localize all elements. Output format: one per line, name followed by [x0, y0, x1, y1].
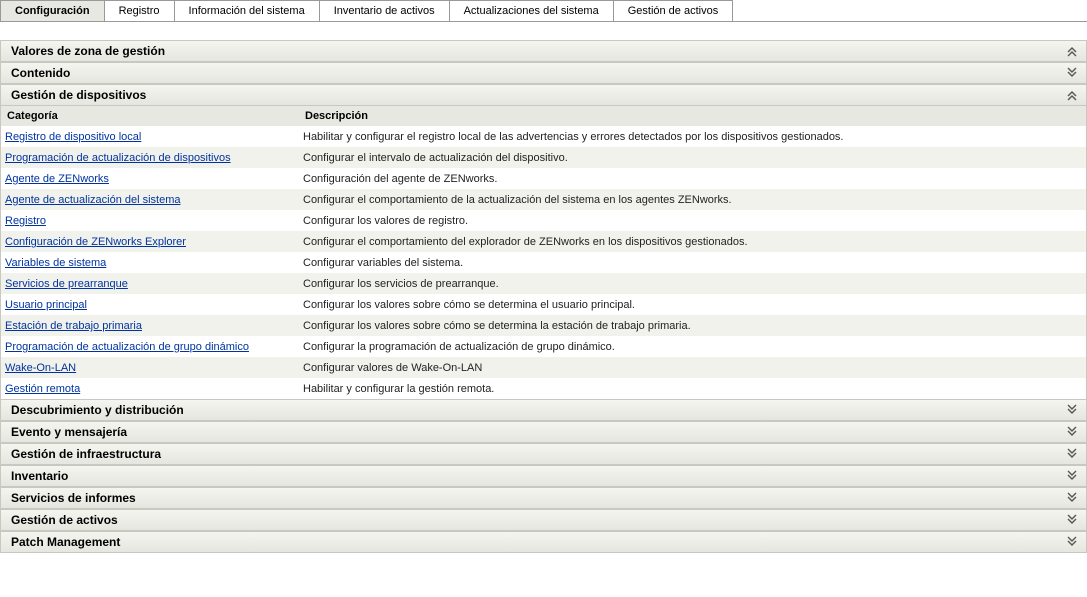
- section-title: Gestión de activos: [11, 513, 118, 527]
- setting-category-cell: Programación de actualización de disposi…: [1, 147, 299, 168]
- col-header-description: Descripción: [299, 106, 1086, 126]
- setting-description: Habilitar y configurar el registro local…: [299, 126, 1086, 147]
- setting-category-cell: Usuario principal: [1, 294, 299, 315]
- setting-description: Configuración del agente de ZENworks.: [299, 168, 1086, 189]
- section-title: Patch Management: [11, 535, 120, 549]
- setting-category-cell: Variables de sistema: [1, 252, 299, 273]
- tab-2[interactable]: Información del sistema: [174, 0, 320, 21]
- tab-0[interactable]: Configuración: [0, 0, 105, 21]
- expand-icon[interactable]: [1064, 535, 1080, 549]
- tab-3[interactable]: Inventario de activos: [319, 0, 450, 21]
- collapse-icon[interactable]: [1064, 88, 1080, 102]
- section-header-collapsed-2[interactable]: Gestión de infraestructura: [0, 443, 1087, 465]
- table-row: Wake-On-LAN Configurar valores de Wake-On…: [1, 357, 1086, 378]
- section-header-collapsed-1[interactable]: Evento y mensajería: [0, 421, 1087, 443]
- table-row: Servicios de prearranque Configurar los s…: [1, 273, 1086, 294]
- setting-category-cell: Estación de trabajo primaria: [1, 315, 299, 336]
- section-header-collapsed-5[interactable]: Gestión de activos: [0, 509, 1087, 531]
- setting-link[interactable]: Gestión remota: [5, 383, 80, 395]
- table-row: Programación de actualización de disposi…: [1, 147, 1086, 168]
- setting-category-cell: Gestión remota: [1, 378, 299, 399]
- expand-icon[interactable]: [1064, 469, 1080, 483]
- table-row: Usuario principal Configurar los valores …: [1, 294, 1086, 315]
- expand-icon[interactable]: [1064, 425, 1080, 439]
- column-headers: Categoría Descripción: [0, 106, 1087, 126]
- setting-description: Configurar el comportamiento de la actua…: [299, 189, 1086, 210]
- setting-description: Configurar los valores sobre cómo se det…: [299, 294, 1086, 315]
- section-header-collapsed-0[interactable]: Descubrimiento y distribución: [0, 399, 1087, 421]
- section-header-device-mgmt[interactable]: Gestión de dispositivos: [0, 84, 1087, 106]
- table-row: Programación de actualización de grupo d…: [1, 336, 1086, 357]
- section-title: Evento y mensajería: [11, 425, 127, 439]
- setting-description: Configurar los valores sobre cómo se det…: [299, 315, 1086, 336]
- section-title: Servicios de informes: [11, 491, 136, 505]
- tab-5[interactable]: Gestión de activos: [613, 0, 734, 21]
- section-title: Contenido: [11, 66, 70, 80]
- table-row: Agente de actualización del sistema Confi…: [1, 189, 1086, 210]
- setting-category-cell: Registro de dispositivo local: [1, 126, 299, 147]
- table-row: Estación de trabajo primaria Configurar l…: [1, 315, 1086, 336]
- setting-link[interactable]: Wake-On-LAN: [5, 362, 76, 374]
- tab-1[interactable]: Registro: [104, 0, 175, 21]
- table-row: Registro de dispositivo local Habilitar y…: [1, 126, 1086, 147]
- setting-link[interactable]: Estación de trabajo primaria: [5, 320, 142, 332]
- setting-category-cell: Wake-On-LAN: [1, 357, 299, 378]
- expand-icon[interactable]: [1064, 491, 1080, 505]
- setting-category-cell: Servicios de prearranque: [1, 273, 299, 294]
- expand-icon[interactable]: [1064, 513, 1080, 527]
- setting-description: Configurar los servicios de prearranque.: [299, 273, 1086, 294]
- setting-category-cell: Agente de ZENworks: [1, 168, 299, 189]
- setting-link[interactable]: Servicios de prearranque: [5, 278, 128, 290]
- setting-description: Configurar el comportamiento del explora…: [299, 231, 1086, 252]
- settings-rows: Registro de dispositivo local Habilitar y…: [0, 126, 1087, 399]
- setting-link[interactable]: Usuario principal: [5, 299, 87, 311]
- setting-description: Habilitar y configurar la gestión remota…: [299, 378, 1086, 399]
- section-header-collapsed-6[interactable]: Patch Management: [0, 531, 1087, 553]
- content-area: Valores de zona de gestión Contenido Ges…: [0, 40, 1087, 553]
- panel-header-zone-settings[interactable]: Valores de zona de gestión: [0, 40, 1087, 62]
- setting-link[interactable]: Configuración de ZENworks Explorer: [5, 236, 186, 248]
- tab-4[interactable]: Actualizaciones del sistema: [449, 0, 614, 21]
- table-row: Registro Configurar los valores de regist…: [1, 210, 1086, 231]
- setting-link[interactable]: Programación de actualización de disposi…: [5, 152, 231, 164]
- setting-category-cell: Registro: [1, 210, 299, 231]
- section-title: Gestión de dispositivos: [11, 88, 146, 102]
- col-header-category: Categoría: [1, 106, 299, 126]
- expand-icon[interactable]: [1064, 447, 1080, 461]
- setting-description: Configurar variables del sistema.: [299, 252, 1086, 273]
- section-header-collapsed-3[interactable]: Inventario: [0, 465, 1087, 487]
- panel-title: Valores de zona de gestión: [11, 44, 165, 58]
- setting-category-cell: Programación de actualización de grupo d…: [1, 336, 299, 357]
- setting-category-cell: Configuración de ZENworks Explorer: [1, 231, 299, 252]
- setting-link[interactable]: Registro de dispositivo local: [5, 131, 141, 143]
- setting-description: Configurar los valores de registro.: [299, 210, 1086, 231]
- section-title: Gestión de infraestructura: [11, 447, 161, 461]
- setting-link[interactable]: Variables de sistema: [5, 257, 106, 269]
- setting-description: Configurar valores de Wake-On-LAN: [299, 357, 1086, 378]
- setting-link[interactable]: Registro: [5, 215, 46, 227]
- section-title: Descubrimiento y distribución: [11, 403, 184, 417]
- section-title: Inventario: [11, 469, 68, 483]
- table-row: Configuración de ZENworks Explorer Config…: [1, 231, 1086, 252]
- section-header-collapsed-4[interactable]: Servicios de informes: [0, 487, 1087, 509]
- expand-icon[interactable]: [1064, 403, 1080, 417]
- setting-description: Configurar el intervalo de actualización…: [299, 147, 1086, 168]
- setting-description: Configurar la programación de actualizac…: [299, 336, 1086, 357]
- expand-icon[interactable]: [1064, 66, 1080, 80]
- setting-link[interactable]: Agente de ZENworks: [5, 173, 109, 185]
- section-header-contenido[interactable]: Contenido: [0, 62, 1087, 84]
- collapse-icon[interactable]: [1064, 44, 1080, 58]
- table-row: Gestión remota Habilitar y configurar la …: [1, 378, 1086, 399]
- setting-category-cell: Agente de actualización del sistema: [1, 189, 299, 210]
- setting-link[interactable]: Agente de actualización del sistema: [5, 194, 181, 206]
- table-row: Variables de sistema Configurar variables…: [1, 252, 1086, 273]
- tab-bar: ConfiguraciónRegistroInformación del sis…: [0, 0, 1087, 22]
- table-row: Agente de ZENworks Configuración del agen…: [1, 168, 1086, 189]
- setting-link[interactable]: Programación de actualización de grupo d…: [5, 341, 249, 353]
